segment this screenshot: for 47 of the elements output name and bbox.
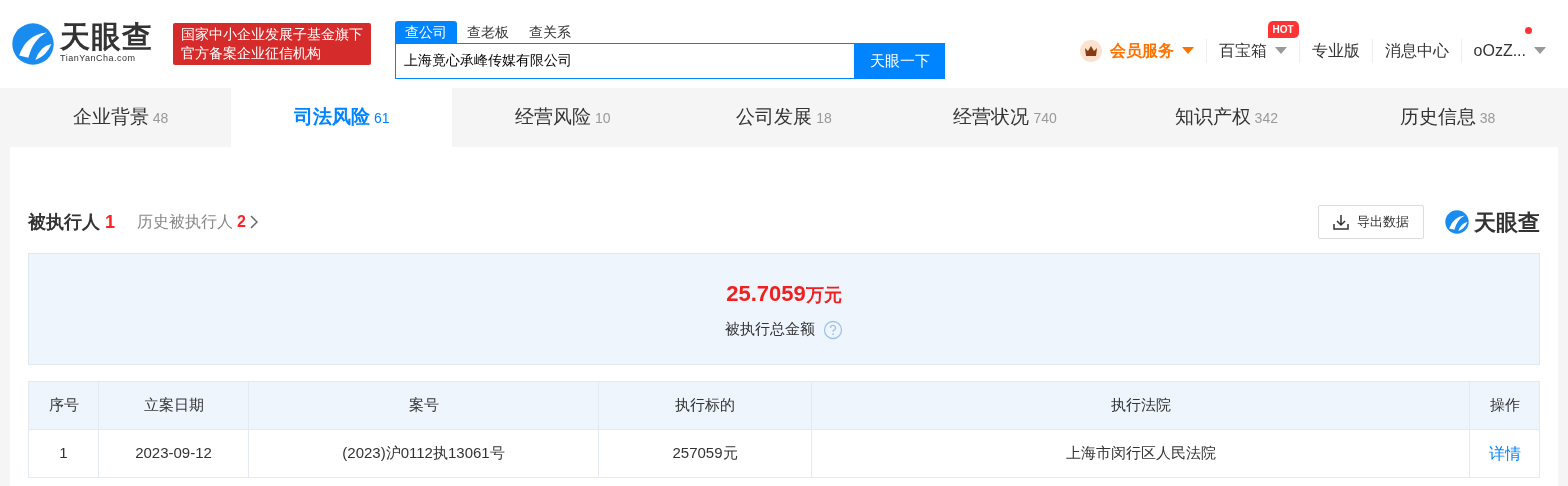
section-title: 被执行人 1 — [28, 210, 116, 234]
help-icon[interactable] — [823, 319, 843, 340]
crown-icon — [1079, 40, 1102, 62]
category-tab[interactable]: 历史信息 38 — [1336, 88, 1558, 147]
table-cell: (2023)沪0112执13061号 — [248, 429, 599, 478]
table-cell: 257059元 — [598, 429, 812, 478]
export-button[interactable]: 导出数据 — [1318, 205, 1424, 239]
category-tab[interactable]: 企业背景 48 — [10, 88, 232, 147]
details-link[interactable]: 详情 — [1488, 444, 1521, 462]
nav-item[interactable]: 专业版 — [1298, 39, 1372, 63]
logo-icon — [1444, 209, 1470, 235]
column-header: 立案日期 — [98, 381, 249, 430]
category-tab[interactable]: 知识产权 342 — [1115, 88, 1337, 147]
total-amount: 25.7059万元 — [726, 280, 842, 309]
caret-icon — [1534, 47, 1546, 55]
logo-icon — [10, 21, 56, 67]
search-tab[interactable]: 查关系 — [519, 21, 581, 43]
search-button[interactable]: 天眼一下 — [855, 43, 945, 79]
search-tab[interactable]: 查老板 — [457, 21, 519, 43]
hot-badge: HOT — [1267, 21, 1299, 38]
nav-item[interactable]: oOzZ... — [1460, 39, 1558, 63]
certification-banner: 国家中小企业发展子基金旗下 官方备案企业征信机构 — [173, 23, 371, 65]
logo-name: 天眼查 — [60, 22, 153, 53]
nav-item[interactable]: 百宝箱 — [1205, 39, 1299, 63]
table-cell: 2023-09-12 — [98, 429, 249, 478]
column-header: 序号 — [28, 381, 99, 430]
column-header: 执行法院 — [811, 381, 1470, 430]
chevron-icon — [249, 215, 258, 229]
category-tab[interactable]: 司法风险 61 — [231, 88, 453, 147]
search-tab[interactable]: 查公司 — [395, 21, 457, 43]
table-cell: 上海市闵行区人民法院 — [811, 429, 1470, 478]
table-cell: 1 — [28, 429, 99, 478]
search-field[interactable]: 上海竟心承峰传媒有限公司 — [395, 43, 855, 79]
category-tab[interactable]: 经营状况 740 — [894, 88, 1116, 147]
caret-icon — [1274, 47, 1287, 55]
column-header: 操作 — [1469, 381, 1540, 430]
category-tab[interactable]: 公司发展 18 — [673, 88, 895, 147]
nav-item[interactable]: 消息中心 — [1371, 39, 1461, 63]
category-tab[interactable]: 经营风险 10 — [452, 88, 674, 147]
total-amount-label: 被执行总金额 — [725, 319, 815, 340]
download-icon — [1333, 214, 1349, 230]
brand-name: 天眼查 — [1474, 208, 1540, 237]
logo-domain: TianYanCha.com — [60, 52, 137, 66]
caret-icon — [1181, 47, 1194, 55]
column-header: 执行标的 — [598, 381, 812, 430]
history-link[interactable]: 历史被执行人 2 — [137, 210, 258, 234]
column-header: 案号 — [248, 381, 599, 430]
